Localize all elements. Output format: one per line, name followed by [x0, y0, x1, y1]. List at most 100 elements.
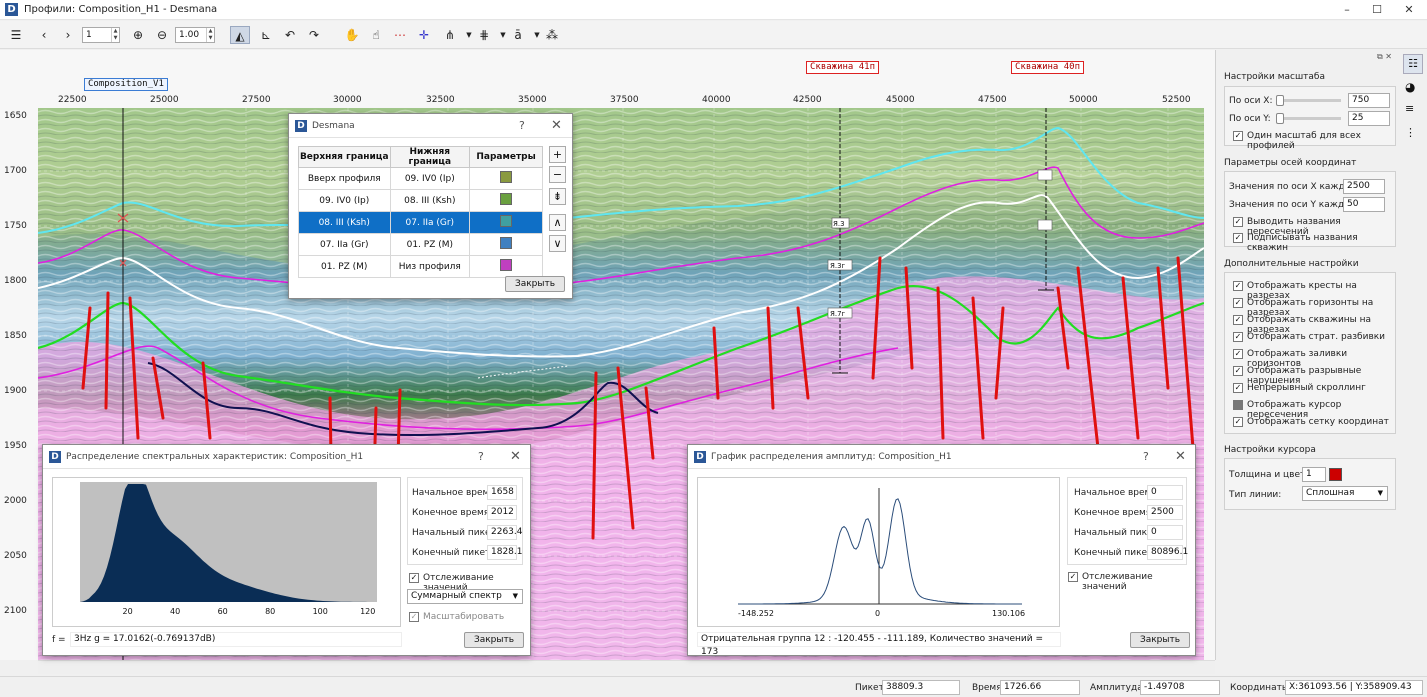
cursor-color-swatch[interactable] [1329, 468, 1342, 481]
add-button[interactable]: + [549, 146, 566, 163]
fill-swatch[interactable] [500, 259, 513, 271]
extra-checkbox-label: Отображать страт. разбивки [1247, 332, 1386, 342]
help-icon[interactable]: ? [519, 119, 525, 132]
tracking-checkbox[interactable]: ✓ [409, 573, 419, 583]
zoom-in-icon[interactable]: ⊕ [128, 26, 148, 44]
field-value[interactable]: 1828.1 [487, 545, 523, 560]
extra-checkbox[interactable]: ✓ [1233, 417, 1243, 427]
redo-icon[interactable]: ↷ [304, 26, 324, 44]
remove-button[interactable]: − [549, 166, 566, 183]
fill-swatch[interactable] [500, 193, 513, 205]
column-header: Нижняя граница [389, 146, 471, 168]
fill-swatch[interactable] [500, 215, 513, 227]
extra-checkbox[interactable]: ✓ [1233, 366, 1243, 376]
table-row[interactable]: 01. PZ (M) Низ профиля [298, 255, 543, 278]
params-cell[interactable] [469, 211, 543, 234]
well-label-41[interactable]: Скважина 41п [806, 61, 880, 74]
move-up-button[interactable]: ∧ [549, 214, 566, 231]
table-row[interactable]: 09. IV0 (Ip) 08. III (Ksh) [298, 189, 543, 212]
layers-icon[interactable]: ⋮ [1405, 126, 1416, 139]
field-value[interactable]: 80896.1 [1147, 545, 1188, 560]
help-icon[interactable]: ? [1143, 450, 1149, 463]
minimize-button[interactable]: – [1332, 2, 1362, 18]
undo-icon[interactable]: ↶ [280, 26, 300, 44]
table-row[interactable]: Вверх профиля 09. IV0 (Ip) [298, 167, 543, 190]
one-scale-checkbox[interactable]: ✓ [1233, 131, 1243, 141]
crosshair-icon[interactable]: ✛ [414, 26, 434, 44]
close-icon[interactable]: ✕ [1175, 449, 1186, 464]
sign-wells-checkbox[interactable]: ✓ [1233, 233, 1243, 243]
field-value[interactable]: 1658 [487, 485, 517, 500]
spectrum-mode-select[interactable]: Суммарный спектр ▼ [407, 589, 523, 604]
axis-x-slider[interactable] [1276, 95, 1341, 106]
settings-icon[interactable]: ⁂ [542, 26, 562, 44]
y-every-spinbox[interactable]: 50 [1343, 197, 1385, 212]
axis-y-spinbox[interactable]: 25 [1348, 111, 1390, 126]
x-every-spinbox[interactable]: 2500 [1343, 179, 1385, 194]
close-button[interactable]: Закрыть [464, 632, 524, 648]
axis-x-spinbox[interactable]: 750 [1348, 93, 1390, 108]
chart-icon[interactable]: ⊾ [256, 26, 276, 44]
close-icon[interactable]: ✕ [551, 118, 562, 133]
move-down-button[interactable]: ∨ [549, 235, 566, 252]
y-tick-label: 2050 [4, 551, 27, 561]
page-spinbox[interactable]: 1 ▲ ▼ [82, 27, 120, 43]
panel-float-close-icons[interactable]: ⧉ ✕ [1377, 52, 1392, 62]
extra-checkbox[interactable]: ✓ [1233, 349, 1243, 359]
column-header: Параметры [469, 146, 543, 168]
help-icon[interactable]: ? [478, 450, 484, 463]
forward-icon[interactable]: › [58, 26, 78, 44]
extra-checkbox[interactable]: ✓ [1233, 298, 1243, 308]
dash-line-icon[interactable]: ⋯ [390, 26, 410, 44]
menu-icon[interactable]: ☰ [6, 26, 26, 44]
mountain-icon[interactable]: ◭ [230, 26, 250, 44]
show-intersections-checkbox[interactable]: ✓ [1233, 217, 1243, 227]
extra-checkbox[interactable]: ✓ [1233, 332, 1243, 342]
wells-icon[interactable]: ⋔ [440, 26, 460, 44]
line-type-select[interactable]: Сплошная ▼ [1302, 486, 1388, 501]
top-boundary-cell: Вверх профиля [298, 167, 391, 190]
maximize-button[interactable]: ☐ [1362, 2, 1392, 18]
text-icon[interactable]: ā [508, 26, 528, 44]
fill-swatch[interactable] [500, 171, 513, 183]
hand-icon[interactable]: ✋ [342, 26, 362, 44]
params-cell[interactable] [469, 189, 543, 212]
params-cell[interactable] [469, 255, 543, 278]
extra-checkbox[interactable]: ✓ [1233, 281, 1243, 291]
field-value[interactable]: 2012 [487, 505, 517, 520]
reorder-icon[interactable]: ⇟ [549, 188, 566, 205]
field-value[interactable]: 0 [1147, 485, 1183, 500]
scale-checkbox[interactable]: ✓ [409, 612, 419, 622]
field-value[interactable]: 0 [1147, 525, 1183, 540]
close-button[interactable]: Закрыть [505, 276, 565, 292]
extra-checkbox[interactable]: ✓ [1233, 383, 1243, 393]
bottom-boundary-cell: 09. IV0 (Ip) [389, 167, 471, 190]
field-value[interactable]: 2263.4 [487, 525, 523, 540]
layers-icon[interactable]: ⋕ [474, 26, 494, 44]
close-button[interactable]: Закрыть [1130, 632, 1190, 648]
close-window-button[interactable]: ✕ [1394, 2, 1424, 18]
params-cell[interactable] [469, 233, 543, 256]
pointer-icon[interactable]: ☝ [366, 26, 386, 44]
extra-checkbox[interactable] [1233, 400, 1243, 410]
tracking-checkbox[interactable]: ✓ [1068, 572, 1078, 582]
table-row[interactable]: 08. III (Ksh) 07. IIa (Gr) [298, 211, 543, 234]
fill-swatch[interactable] [500, 237, 513, 249]
params-cell[interactable] [469, 167, 543, 190]
thickness-spinbox[interactable]: 1 [1302, 467, 1326, 482]
horizontal-scrollbar[interactable] [38, 660, 1215, 674]
field-value[interactable]: 2500 [1147, 505, 1183, 520]
amplitude-value: -1.49708 [1140, 680, 1220, 695]
palette-icon[interactable]: ◕ [1405, 80, 1415, 94]
zoom-spinbox[interactable]: 1.00 ▲ ▼ [175, 27, 215, 43]
y-tick-label: 1850 [4, 331, 27, 341]
table-row[interactable]: 07. IIa (Gr) 01. PZ (M) [298, 233, 543, 256]
settings-icon[interactable]: ☷ [1403, 54, 1423, 74]
close-icon[interactable]: ✕ [510, 449, 521, 464]
well-label-40[interactable]: Скважина 40п [1011, 61, 1085, 74]
axis-y-slider[interactable] [1276, 113, 1341, 124]
extra-checkbox[interactable]: ✓ [1233, 315, 1243, 325]
list-icon[interactable]: ≡ [1405, 102, 1414, 115]
zoom-out-icon[interactable]: ⊖ [152, 26, 172, 44]
back-icon[interactable]: ‹ [34, 26, 54, 44]
